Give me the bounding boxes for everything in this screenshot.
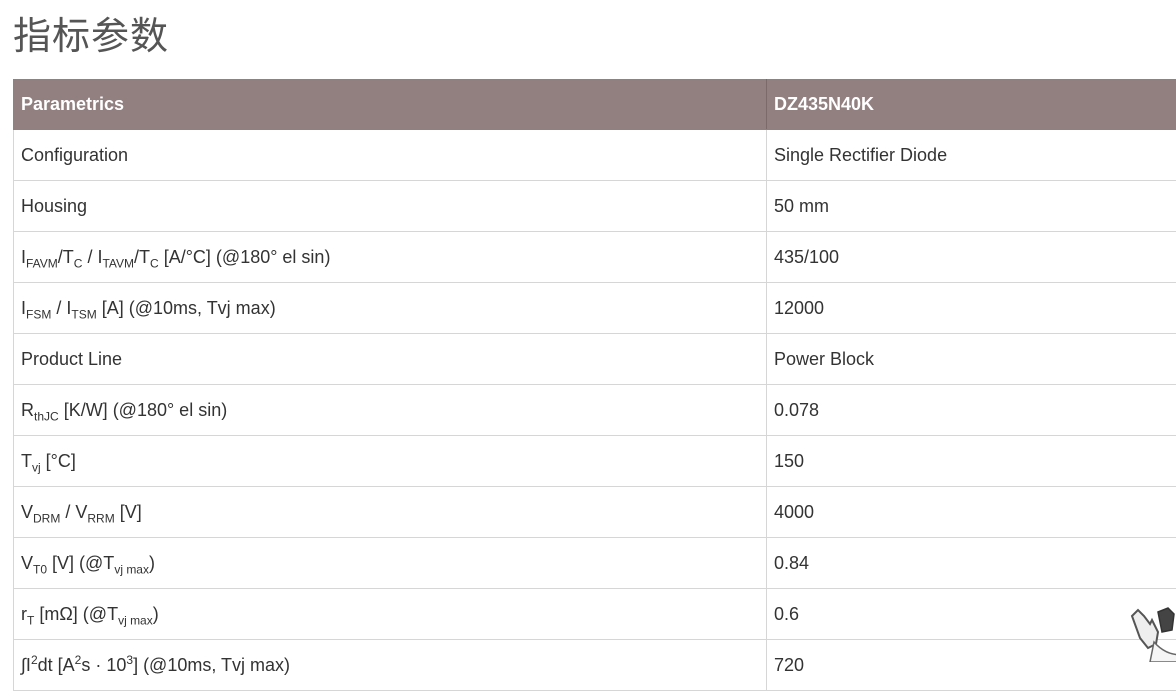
- table-header-row: Parametrics DZ435N40K: [13, 79, 1176, 130]
- param-cell: Configuration: [13, 129, 767, 181]
- parameters-table: Parametrics DZ435N40K Configuration Sing…: [13, 79, 1176, 691]
- value-cell: 0.078: [766, 384, 1176, 436]
- value-cell: 50 mm: [766, 180, 1176, 232]
- value-cell: 4000: [766, 486, 1176, 538]
- table-row: rT [mΩ] (@Tvj max) 0.6: [13, 588, 1176, 640]
- table-row: IFSM / ITSM [A] (@10ms, Tvj max) 12000: [13, 282, 1176, 334]
- table-row: Tvj [°C] 150: [13, 435, 1176, 487]
- table-row: VDRM / VRRM [V] 4000: [13, 486, 1176, 538]
- value-cell: 435/100: [766, 231, 1176, 283]
- page-title: 指标参数: [13, 14, 170, 58]
- param-cell: IFSM / ITSM [A] (@10ms, Tvj max): [13, 282, 767, 334]
- waving-hand-icon: [1130, 607, 1176, 662]
- param-cell: RthJC [K/W] (@180° el sin): [13, 384, 767, 436]
- value-cell: 720: [766, 639, 1176, 691]
- param-cell: Product Line: [13, 333, 767, 385]
- param-cell: VT0 [V] (@Tvj max): [13, 537, 767, 589]
- table-row: ∫I2dt [A2s · 103] (@10ms, Tvj max) 720: [13, 639, 1176, 691]
- table-row: RthJC [K/W] (@180° el sin) 0.078: [13, 384, 1176, 436]
- param-cell: IFAVM/TC / ITAVM/TC [A/°C] (@180° el sin…: [13, 231, 767, 283]
- param-cell: rT [mΩ] (@Tvj max): [13, 588, 767, 640]
- param-cell: ∫I2dt [A2s · 103] (@10ms, Tvj max): [13, 639, 767, 691]
- value-cell: 12000: [766, 282, 1176, 334]
- header-model: DZ435N40K: [766, 79, 1176, 130]
- param-cell: Tvj [°C]: [13, 435, 767, 487]
- param-cell: VDRM / VRRM [V]: [13, 486, 767, 538]
- table-row: Housing 50 mm: [13, 180, 1176, 232]
- table-row: VT0 [V] (@Tvj max) 0.84: [13, 537, 1176, 589]
- value-cell: Single Rectifier Diode: [766, 129, 1176, 181]
- value-cell: 150: [766, 435, 1176, 487]
- value-cell: 0.6: [766, 588, 1176, 640]
- table-row: Product Line Power Block: [13, 333, 1176, 385]
- table-row: IFAVM/TC / ITAVM/TC [A/°C] (@180° el sin…: [13, 231, 1176, 283]
- header-parametrics: Parametrics: [13, 79, 767, 130]
- value-cell: 0.84: [766, 537, 1176, 589]
- value-cell: Power Block: [766, 333, 1176, 385]
- table-row: Configuration Single Rectifier Diode: [13, 129, 1176, 181]
- param-cell: Housing: [13, 180, 767, 232]
